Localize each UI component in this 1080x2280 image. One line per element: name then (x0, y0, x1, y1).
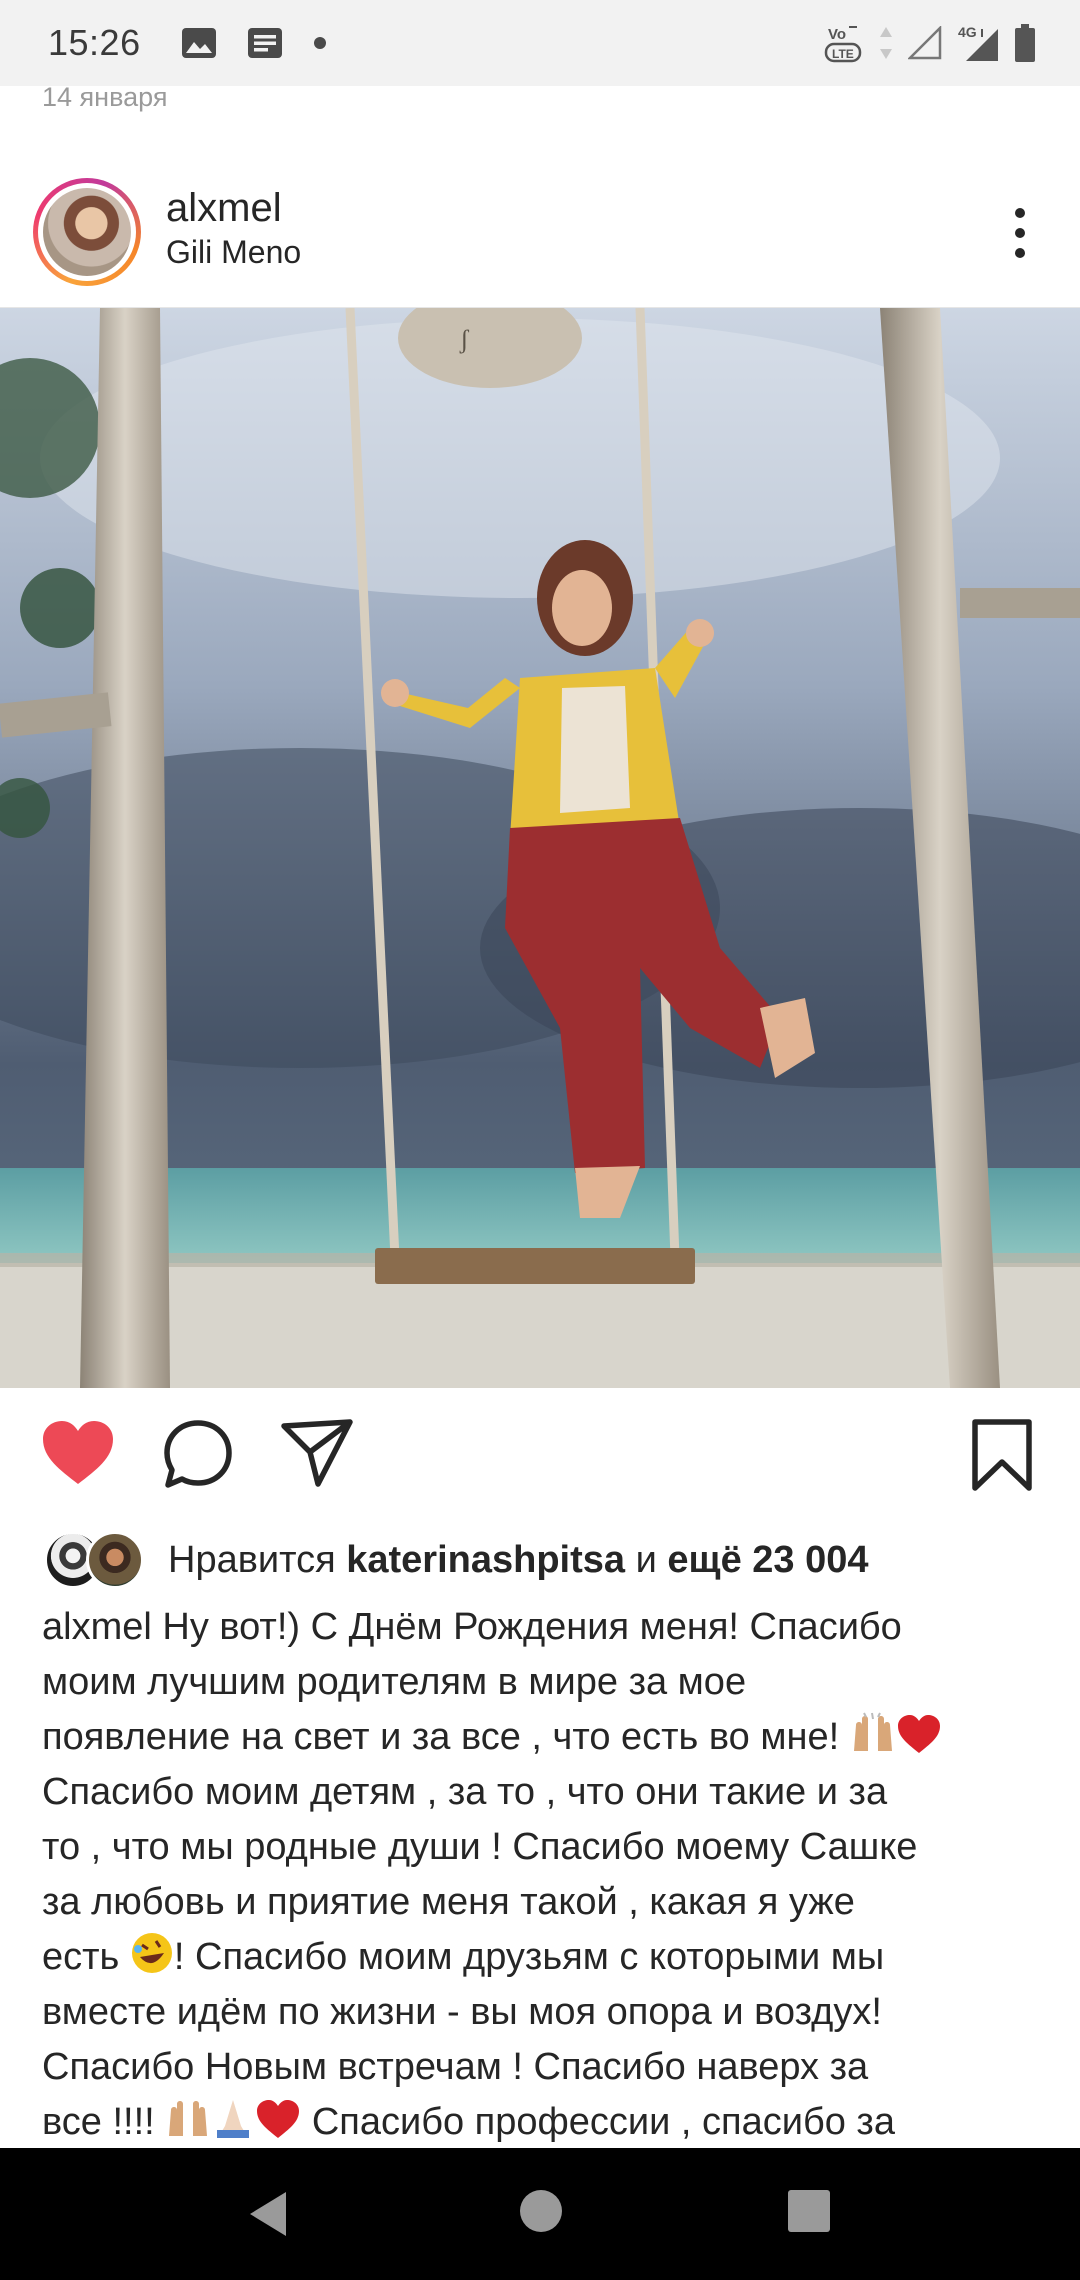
caption-text: все !!!! (42, 2101, 155, 2143)
post-caption: alxmel Ну вот!) С Днём Рождения меня! Сп… (42, 1600, 1052, 2150)
message-icon (247, 28, 282, 58)
recents-button[interactable] (786, 2188, 832, 2234)
post-date: 14 января (42, 82, 168, 112)
caption-text: есть (42, 1936, 120, 1978)
caption-text: Спасибо профессии , спасибо за (311, 2101, 895, 2143)
status-system-icons: Vo LTE 4G (824, 0, 1036, 86)
volte-icon: Vo LTE (824, 26, 862, 63)
more-dot-icon (1015, 248, 1025, 258)
caption-line: то , что мы родные души ! Спасибо моему … (42, 1826, 918, 1868)
post-header: alxmel Gili Meno (0, 168, 1080, 308)
avatar[interactable] (33, 178, 141, 286)
caption-text: Ну вот!) С Днём Рождения меня! Спасибо (162, 1606, 902, 1648)
share-button[interactable] (280, 1418, 354, 1488)
back-triangle-icon (250, 2192, 286, 2236)
save-button[interactable] (970, 1418, 1034, 1492)
image-icon (181, 28, 216, 58)
more-options-button[interactable] (1008, 198, 1032, 268)
raising-hands-emoji-icon (853, 1712, 892, 1751)
status-bar: 15:26 Vo LTE 4G (0, 0, 1080, 86)
post-location[interactable]: Gili Meno (166, 234, 301, 271)
folded-hands-emoji-icon (217, 2100, 250, 2138)
battery-icon (1015, 24, 1035, 62)
like-button[interactable] (40, 1418, 116, 1488)
caption-line: есть ! Спасибо моим друзьям с которыми м… (42, 1930, 1052, 1985)
red-heart-emoji-icon (257, 2100, 300, 2138)
caption-line: alxmel Ну вот!) С Днём Рождения меня! Сп… (42, 1600, 1052, 1655)
caption-text: появление на свет и за все , что есть во… (42, 1716, 840, 1758)
bookmark-icon (972, 1419, 1032, 1491)
caption-username[interactable]: alxmel (42, 1606, 152, 1648)
comment-icon (164, 1420, 232, 1488)
recents-square-icon (788, 2190, 830, 2232)
liker-avatar (86, 1531, 144, 1589)
post-actions (0, 1388, 1080, 1528)
caption-line: все !!!! Спасибо профессии , спасибо за (42, 2095, 1052, 2150)
heart-filled-icon (43, 1421, 113, 1484)
likes-summary[interactable]: Нравится katerinashpitsa и ещё 23 004 (44, 1530, 869, 1590)
caption-line: Спасибо моим детям , за то , что они так… (42, 1771, 888, 1813)
home-circle-icon (520, 2190, 562, 2232)
svg-text:LTE: LTE (832, 47, 854, 61)
caption-line: моим лучшим родителям в мире за мое (42, 1661, 747, 1703)
liker-username[interactable]: katerinashpitsa (346, 1539, 625, 1581)
more-dot-icon (1015, 208, 1025, 218)
post-photo[interactable]: ʃ (0, 308, 1080, 1388)
red-heart-emoji-icon (897, 1715, 940, 1753)
status-notification-icons (181, 27, 327, 59)
likes-prefix: Нравится (168, 1538, 336, 1581)
likes-conjunction: и (635, 1538, 657, 1581)
caption-line: вместе идём по жизни - вы моя опора и во… (42, 1991, 882, 2033)
caption-line: Спасибо Новым встречам ! Спасибо наверх … (42, 2046, 869, 2088)
home-button[interactable] (518, 2188, 564, 2234)
signal-empty-icon (908, 26, 942, 60)
comment-button[interactable] (162, 1418, 234, 1490)
send-icon (281, 1419, 353, 1487)
svg-text:4G: 4G (958, 24, 977, 40)
rolling-laughing-emoji-icon (131, 1933, 172, 1973)
svg-text:Vo: Vo (828, 26, 846, 43)
caption-text: ! Спасибо моим друзьям с которыми мы (173, 1936, 885, 1978)
back-button[interactable] (246, 2188, 292, 2240)
svg-text:ʃ: ʃ (459, 325, 470, 354)
caption-line: за любовь и приятие меня такой , какая я… (42, 1881, 855, 1923)
likes-text: Нравится katerinashpitsa и ещё 23 004 (168, 1539, 869, 1582)
status-time: 15:26 (48, 22, 141, 63)
more-dot-icon (1015, 228, 1025, 238)
caption-line: появление на свет и за все , что есть во… (42, 1710, 1052, 1765)
dot-icon (313, 37, 326, 49)
post-username[interactable]: alxmel (166, 186, 282, 231)
data-arrows-icon (880, 27, 892, 59)
likes-count[interactable]: ещё 23 004 (667, 1539, 868, 1581)
system-nav-bar (0, 2148, 1080, 2280)
signal-4g-icon: 4G (958, 24, 998, 61)
raising-hands-emoji-icon (169, 2101, 208, 2136)
